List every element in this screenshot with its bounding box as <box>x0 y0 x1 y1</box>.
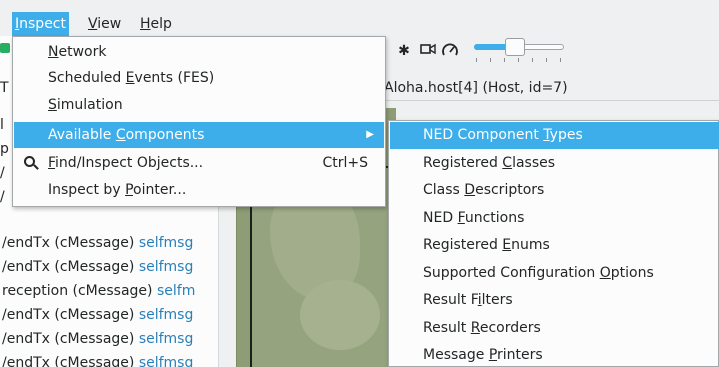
mnemonic-letter: V <box>88 16 98 32</box>
mnemonic-letter: E <box>125 70 135 86</box>
menu-item-network[interactable]: Network <box>14 39 384 65</box>
log-scrollbar[interactable] <box>218 206 232 367</box>
log-fragment: T <box>0 80 9 96</box>
log-message-text: /endTx (cMessage) <box>2 331 139 347</box>
speed-slider-ticks <box>476 58 564 62</box>
mnemonic-letter: C <box>115 127 126 143</box>
mnemonic-letter: F <box>457 209 465 226</box>
menu-item-label: Available Components <box>48 127 205 143</box>
submenu-item-label: Registered Enums <box>423 237 550 253</box>
menu-item-label: Inspect by Pointer... <box>48 182 187 198</box>
mnemonic-letter: i <box>477 292 482 308</box>
log-fragment: / <box>0 165 5 181</box>
submenu-item-label: Supported Configuration Options <box>423 264 654 281</box>
log-message-link[interactable]: selfmsg <box>139 331 194 347</box>
log-row[interactable]: /endTx (cMessage) selfmsg <box>2 307 216 323</box>
menu-item-simulation[interactable]: Simulation <box>14 92 384 118</box>
mnemonic-letter: D <box>464 182 476 198</box>
menu-item-label: Simulation <box>48 97 123 113</box>
menu-help[interactable]: Help <box>137 12 175 36</box>
log-fragment: l <box>0 117 4 133</box>
mnemonic-letter: T <box>543 127 550 143</box>
log-message-text: /endTx (cMessage) <box>2 259 139 275</box>
menu-item-label: Scheduled Events (FES) <box>48 70 215 86</box>
log-message-text: /endTx (cMessage) <box>2 235 139 251</box>
shortcut-label: Ctrl+S <box>322 155 368 171</box>
submenu-item-registered-enums[interactable]: Registered Enums <box>390 232 719 259</box>
mnemonic-letter: C <box>502 154 513 171</box>
log-message-text: reception (cMessage) <box>2 283 157 299</box>
log-message-text: /endTx (cMessage) <box>2 355 139 367</box>
log-row[interactable]: reception (cMessage) selfm <box>2 283 216 299</box>
run-icon[interactable] <box>0 43 10 53</box>
log-message-link[interactable]: selfmsg <box>139 355 194 367</box>
submenu-item-result-recorders[interactable]: Result Recorders <box>390 315 719 342</box>
menu-item-scheduled-events-fes[interactable]: Scheduled Events (FES) <box>14 65 384 91</box>
log-row[interactable]: /endTx (cMessage) selfmsg <box>2 331 216 347</box>
menu-item-available-components[interactable]: Available Components ▶ <box>14 122 384 148</box>
submenu-item-registered-classes[interactable]: Registered Classes <box>390 150 719 177</box>
menu-item-inspect-by-pointer[interactable]: Inspect by Pointer... <box>14 177 384 203</box>
mnemonic-letter: N <box>48 44 59 60</box>
submenu-item-class-descriptors[interactable]: Class Descriptors <box>390 177 719 204</box>
menu-item-find-inspect-objects[interactable]: Find/Inspect Objects... Ctrl+S <box>14 150 384 176</box>
submenu-item-result-filters[interactable]: Result Filters <box>390 287 719 314</box>
log-message-link[interactable]: selfmsg <box>139 307 194 323</box>
mnemonic-letter: P <box>488 347 498 363</box>
mnemonic-letter: I <box>15 16 20 32</box>
mnemonic-letter: S <box>48 97 57 113</box>
divider <box>380 100 719 101</box>
log-message-text: /endTx (cMessage) <box>2 307 139 323</box>
mnemonic-letter: P <box>125 182 134 198</box>
log-message-link[interactable]: selfmsg <box>139 235 194 251</box>
submenu-item-message-printers[interactable]: Message Printers <box>390 342 719 367</box>
speed-slider-handle[interactable] <box>505 38 525 56</box>
menu-item-label: Find/Inspect Objects... <box>48 155 204 171</box>
log-row[interactable]: /endTx (cMessage) selfmsg <box>2 259 216 275</box>
log-fragment: / <box>0 189 5 205</box>
menubar: Inspect View Help <box>0 0 719 36</box>
submenu-item-label: NED Functions <box>423 209 525 226</box>
log-row[interactable]: /endTx (cMessage) selfmsg <box>2 235 216 251</box>
log-row[interactable]: /endTx (cMessage) selfmsg <box>2 355 216 367</box>
menu-item-label: Network <box>48 44 107 60</box>
submenu-item-ned-component-types[interactable]: NED Component Types <box>390 122 719 149</box>
menu-inspect[interactable]: Inspect <box>12 12 69 36</box>
video-camera-icon[interactable] <box>418 42 438 60</box>
inspect-menu: Network Scheduled Events (FES) Simulation A… <box>12 36 386 207</box>
mnemonic-letter: O <box>599 264 611 281</box>
log-message-link[interactable]: selfmsg <box>139 259 194 275</box>
submenu-item-ned-functions[interactable]: NED Functions <box>390 205 719 232</box>
canvas-background-shape <box>300 280 380 350</box>
submenu-item-label: NED Component Types <box>423 127 583 143</box>
mnemonic-letter: F <box>48 155 56 171</box>
mnemonic-letter: R <box>470 319 480 336</box>
log-message-link[interactable]: selfm <box>157 283 195 299</box>
submenu-item-supported-configuration-options[interactable]: Supported Configuration Options <box>390 260 719 287</box>
speedometer-icon[interactable] <box>440 42 460 60</box>
menu-view[interactable]: View <box>85 12 124 36</box>
submenu-item-label: Result Filters <box>423 292 513 308</box>
mnemonic-letter: H <box>140 16 151 32</box>
submenu-item-label: Class Descriptors <box>423 182 545 198</box>
pin-icon[interactable]: ✱ <box>394 42 414 60</box>
log-fragment: p <box>0 141 9 157</box>
submenu-item-label: Result Recorders <box>423 319 541 336</box>
inspector-title: Aloha.host[4] (Host, id=7) <box>384 80 568 96</box>
available-components-submenu: NED Component Types Registered Classes Cla… <box>388 120 719 367</box>
chevron-right-icon: ▶ <box>366 129 374 140</box>
submenu-item-label: Registered Classes <box>423 154 556 171</box>
submenu-item-label: Message Printers <box>423 347 543 363</box>
mnemonic-letter: E <box>502 237 512 253</box>
